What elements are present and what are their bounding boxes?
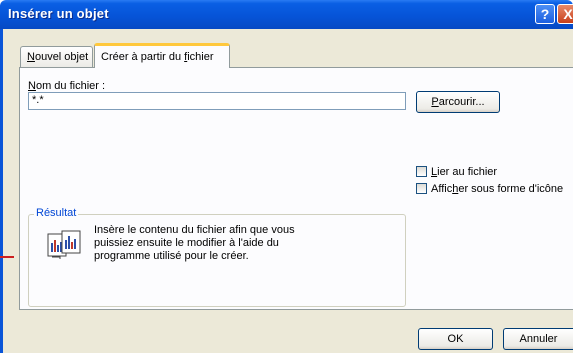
result-line: Insère le contenu du fichier afin que vo… xyxy=(94,224,295,236)
tab-new-object-label: ouvel objet xyxy=(34,51,89,63)
result-line: puissiez ensuite le modifier à l'aide du xyxy=(94,237,279,249)
browse-label: arcourir... xyxy=(438,96,485,108)
tab-new-object[interactable]: Nouvel objet xyxy=(20,46,93,67)
link-to-file-option[interactable]: Lier au fichier xyxy=(416,166,497,178)
browse-mnemonic: P xyxy=(431,96,439,108)
embedded-object-icon xyxy=(47,230,81,259)
result-legend: Résultat xyxy=(34,207,79,219)
link-to-file-label: ier au fichier xyxy=(437,166,498,178)
tab-new-object-mnemonic: N xyxy=(27,51,35,63)
file-name-label-text: om du fichier : xyxy=(35,80,106,92)
file-name-input[interactable]: *.* xyxy=(28,92,406,110)
display-as-icon-checkbox[interactable] xyxy=(416,183,427,194)
close-button[interactable]: X xyxy=(557,4,573,24)
file-name-label: Nom du fichier : xyxy=(28,80,105,92)
file-name-mnemonic: N xyxy=(28,80,36,92)
dialog-title: Insérer un objet xyxy=(8,6,109,21)
display-as-icon-label: er sous forme d'icône xyxy=(458,183,564,195)
display-as-icon-option[interactable]: Afficher sous forme d'icône xyxy=(416,183,563,195)
tab-create-from-file-label: ichier xyxy=(187,51,214,63)
cancel-button[interactable]: Annuler xyxy=(503,328,573,350)
help-button[interactable]: ? xyxy=(535,4,555,24)
display-as-icon-label-pre: Affic xyxy=(431,183,453,195)
tab-create-from-file-label-pre: Créer à partir du xyxy=(101,51,185,63)
ok-button[interactable]: OK xyxy=(418,328,493,350)
link-to-file-checkbox[interactable] xyxy=(416,166,427,177)
insert-object-dialog: Insérer un objet ? X Nouvel objet Créer … xyxy=(0,0,573,353)
browse-button[interactable]: Parcourir... xyxy=(416,91,500,113)
result-description: Insère le contenu du fichier afin que vo… xyxy=(94,224,304,263)
red-marker-line xyxy=(0,256,14,258)
title-bar[interactable]: Insérer un objet ? X xyxy=(0,0,573,29)
tab-create-from-file[interactable]: Créer à partir du fichier xyxy=(94,43,230,68)
result-line: programme utilisé pour le créer. xyxy=(94,250,249,262)
